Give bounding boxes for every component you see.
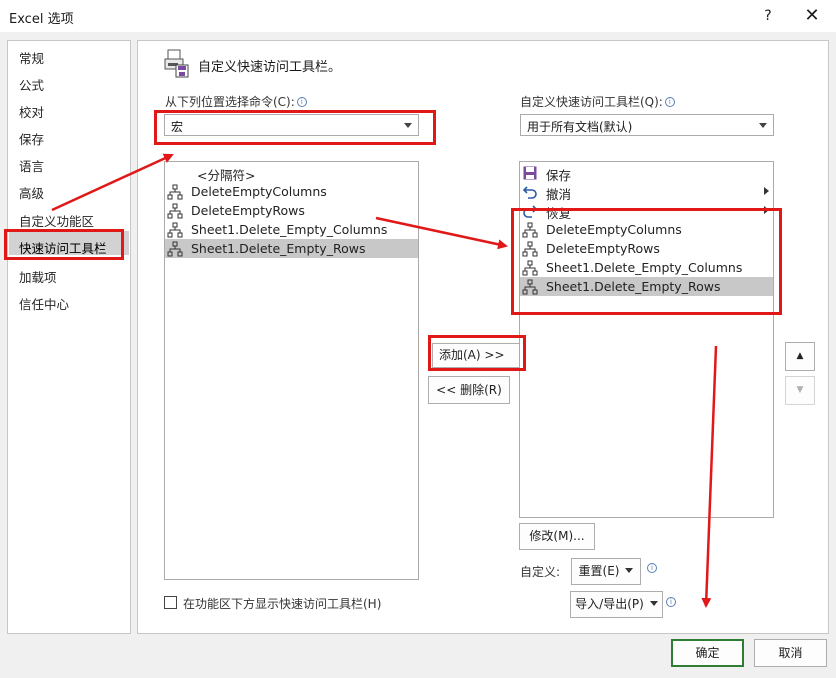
show-below-ribbon-label: 在功能区下方显示快速访问工具栏(H) [183,597,382,611]
list-item-label: DeleteEmptyRows [191,203,305,218]
nav-item-advanced[interactable]: 高级 [19,183,44,202]
reset-label: 重置(E) [578,564,620,578]
customize-toolbar-value: 用于所有文档(默认) [527,120,633,134]
list-item[interactable]: Sheet1.Delete_Empty_Columns [165,220,418,239]
modify-button[interactable]: 修改(M)... [519,523,595,550]
nav-item-addins[interactable]: 加载项 [19,267,57,286]
window-title: Excel 选项 [9,12,74,27]
list-item[interactable]: 保存 [520,163,773,183]
nav-item-proofing[interactable]: 校对 [19,102,44,121]
macro-icon [167,184,183,200]
cancel-button[interactable]: 取消 [754,639,827,667]
available-commands-list[interactable]: <分隔符> DeleteEmptyColumns DeleteEmptyRows… [164,161,419,580]
undo-icon [522,186,537,199]
macro-icon [167,222,183,238]
nav-item-save[interactable]: 保存 [19,129,44,148]
show-below-ribbon-checkbox[interactable] [164,596,177,609]
chevron-down-icon [625,568,634,573]
list-item-selected[interactable]: Sheet1.Delete_Empty_Rows [165,239,418,258]
reset-dropdown-button[interactable]: 重置(E) [571,558,641,585]
move-down-button[interactable]: ▼ [785,376,815,405]
save-icon [523,166,537,180]
customizations-label: 自定义: [520,565,561,579]
chevron-down-icon [649,601,658,606]
list-item[interactable]: 撤消 [520,182,773,202]
customize-toolbar-label: 自定义快速访问工具栏(Q): i [520,93,675,110]
nav-item-formulas[interactable]: 公式 [19,75,44,94]
list-item[interactable]: <分隔符> [165,163,418,183]
annotation-box-nav-item [4,229,124,260]
options-nav: 常规 公式 校对 保存 语言 高级 自定义功能区 快速访问工具栏 加载项 信任中… [7,40,131,634]
nav-item-trust-center[interactable]: 信任中心 [19,294,69,313]
quick-access-toolbar-icon [163,48,191,78]
annotation-box-commands-dropdown [154,110,436,145]
nav-item-language[interactable]: 语言 [19,156,44,175]
list-item-label: DeleteEmptyColumns [191,184,327,199]
list-item-label: Sheet1.Delete_Empty_Rows [191,241,366,256]
ok-button[interactable]: 确定 [671,639,744,667]
info-icon: i [645,561,657,575]
list-item-label: Sheet1.Delete_Empty_Columns [191,222,388,237]
page-title: 自定义快速访问工具栏。 [198,60,342,75]
chevron-down-icon [759,123,767,128]
nav-item-customize-ribbon[interactable]: 自定义功能区 [19,211,94,230]
choose-commands-label-text: 从下列位置选择命令(C): [165,95,295,109]
submenu-arrow-icon [764,187,769,195]
move-up-button[interactable]: ▲ [785,342,815,371]
help-button[interactable]: ? [758,5,778,27]
import-export-dropdown-button[interactable]: 导入/导出(P) [570,591,663,618]
list-item[interactable]: DeleteEmptyRows [165,201,418,220]
customize-toolbar-dropdown[interactable]: 用于所有文档(默认) [520,114,774,136]
nav-item-general[interactable]: 常规 [19,48,44,67]
info-icon: i [664,97,675,107]
customize-toolbar-label-text: 自定义快速访问工具栏(Q): [520,95,663,109]
import-export-label: 导入/导出(P) [575,597,644,611]
choose-commands-label: 从下列位置选择命令(C): i [165,93,307,110]
macro-icon [167,203,183,219]
annotation-box-add-button [428,335,526,371]
close-button[interactable]: ✕ [800,4,824,28]
info-icon: i [664,595,676,609]
title-bar [0,0,836,32]
info-icon: i [296,97,307,107]
list-item[interactable]: DeleteEmptyColumns [165,182,418,201]
remove-button[interactable]: << 删除(R) [428,376,510,404]
macro-icon [167,241,183,257]
annotation-box-added-macros [511,208,782,315]
